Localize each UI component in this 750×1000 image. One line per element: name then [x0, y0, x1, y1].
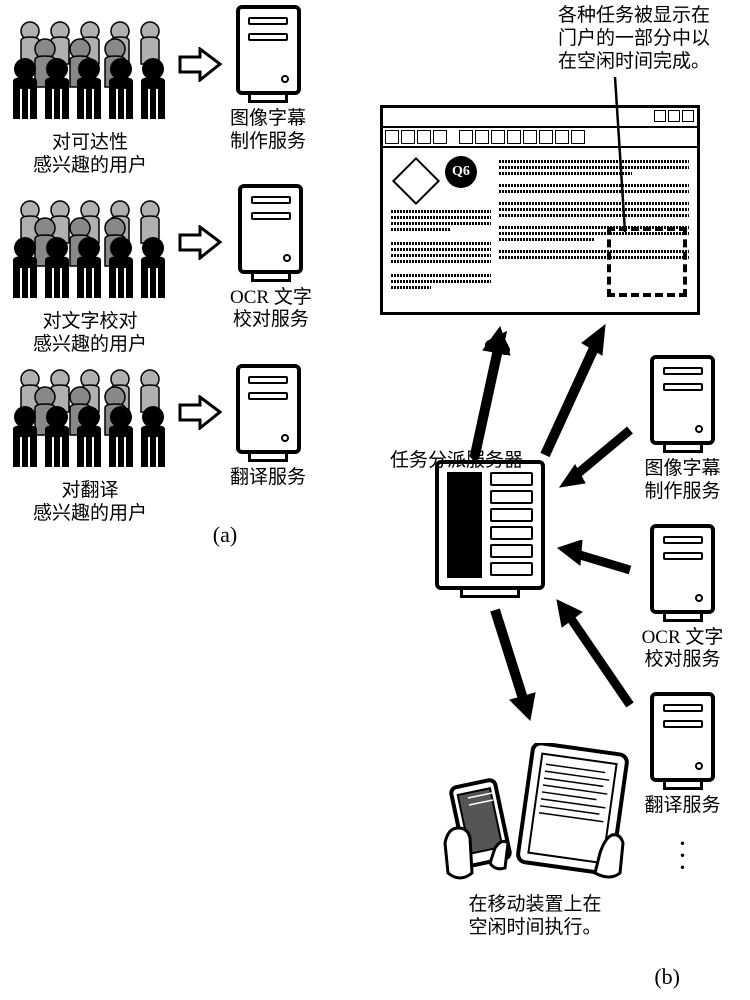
task-highlight-box — [607, 227, 687, 297]
server-label: OCR 文字 校对服务 — [642, 627, 724, 673]
label-line: 在移动装置上在 — [440, 894, 630, 917]
label-line: 对翻译 — [10, 480, 170, 503]
server-label: 翻译服务 — [644, 795, 720, 818]
label-line: 空闲时间执行。 — [440, 917, 630, 940]
label-line: OCR 文字 — [642, 627, 724, 650]
arrow-left-icon — [550, 540, 640, 580]
server-label: 翻译服务 — [230, 467, 306, 490]
user-service-row: 对文字校对 感兴趣的用户 OCR 文字 校对服务 — [10, 184, 340, 333]
q6-badge: Q6 — [445, 156, 477, 188]
crowd-icon: 对可达性 感兴趣的用户 — [10, 14, 170, 144]
server-icon: 翻译服务 — [230, 364, 306, 490]
callout-line — [585, 77, 645, 237]
arrow-left-icon — [550, 425, 640, 495]
crowd-icon: 对翻译 感兴趣的用户 — [10, 362, 170, 492]
label-line: 翻译服务 — [644, 795, 720, 818]
label-line: 校对服务 — [642, 649, 724, 672]
dispatch-server-icon — [435, 460, 545, 598]
server-label: OCR 文字 校对服务 — [230, 287, 312, 333]
mobile-devices-icon: 在移动装置上在 空闲时间执行。 — [440, 743, 630, 940]
label-line: 对可达性 — [10, 132, 170, 155]
label-line: 校对服务 — [230, 309, 312, 332]
label-line: 感兴趣的用户 — [10, 334, 170, 357]
label-line: 图像字幕 — [644, 458, 720, 481]
server-icon: 图像字幕 制作服务 — [630, 355, 735, 504]
ellipsis-icon: ··· — [630, 838, 735, 874]
part-a-label: (a) — [110, 522, 340, 548]
crowd-icon: 对文字校对 感兴趣的用户 — [10, 193, 170, 323]
user-service-row: 对可达性 感兴趣的用户 图像字幕 制作服务 — [10, 5, 340, 154]
portal-window-icon: Q6 — [380, 105, 700, 315]
portal-note: 各种任务被显示在 门户的一部分中以 在空闲时间完成。 — [558, 5, 710, 73]
server-label: 图像字幕 制作服务 — [230, 108, 306, 154]
server-icon: OCR 文字 校对服务 — [230, 184, 312, 333]
crowd-label: 对可达性 感兴趣的用户 — [10, 132, 170, 178]
label-line: 翻译服务 — [230, 467, 306, 490]
arrow-right-icon — [175, 44, 225, 84]
note-line: 各种任务被显示在 — [558, 5, 710, 28]
label-line: 对文字校对 — [10, 311, 170, 334]
arrow-left-icon — [550, 595, 640, 715]
arrow-down-icon — [480, 605, 550, 725]
arrow-right-icon — [175, 223, 225, 263]
arrow-up-icon — [455, 315, 525, 465]
server-icon: 翻译服务 — [630, 692, 735, 818]
label-line: 制作服务 — [644, 481, 720, 504]
mobile-label: 在移动装置上在 空闲时间执行。 — [440, 894, 630, 940]
label-line: 感兴趣的用户 — [10, 503, 170, 526]
label-line: OCR 文字 — [230, 287, 312, 310]
arrow-right-icon — [175, 392, 225, 432]
part-b-label: (b) — [654, 964, 680, 990]
label-line: 感兴趣的用户 — [10, 155, 170, 178]
crowd-label: 对翻译 感兴趣的用户 — [10, 480, 170, 526]
label-line: 图像字幕 — [230, 108, 306, 131]
note-line: 在空闲时间完成。 — [558, 51, 710, 74]
part-b-diagram: 各种任务被显示在 门户的一部分中以 在空闲时间完成。 Q6 — [350, 5, 740, 995]
service-servers: 图像字幕 制作服务 OCR 文字 校对服务 翻译服务 ··· — [630, 355, 735, 874]
part-a-diagram: 对可达性 感兴趣的用户 图像字幕 制作服务 — [10, 5, 340, 548]
server-label: 图像字幕 制作服务 — [644, 458, 720, 504]
user-service-row: 对翻译 感兴趣的用户 翻译服务 — [10, 362, 340, 492]
server-icon: OCR 文字 校对服务 — [630, 524, 735, 673]
note-line: 门户的一部分中以 — [558, 28, 710, 51]
label-line: 制作服务 — [230, 131, 306, 154]
server-icon: 图像字幕 制作服务 — [230, 5, 306, 154]
crowd-label: 对文字校对 感兴趣的用户 — [10, 311, 170, 357]
